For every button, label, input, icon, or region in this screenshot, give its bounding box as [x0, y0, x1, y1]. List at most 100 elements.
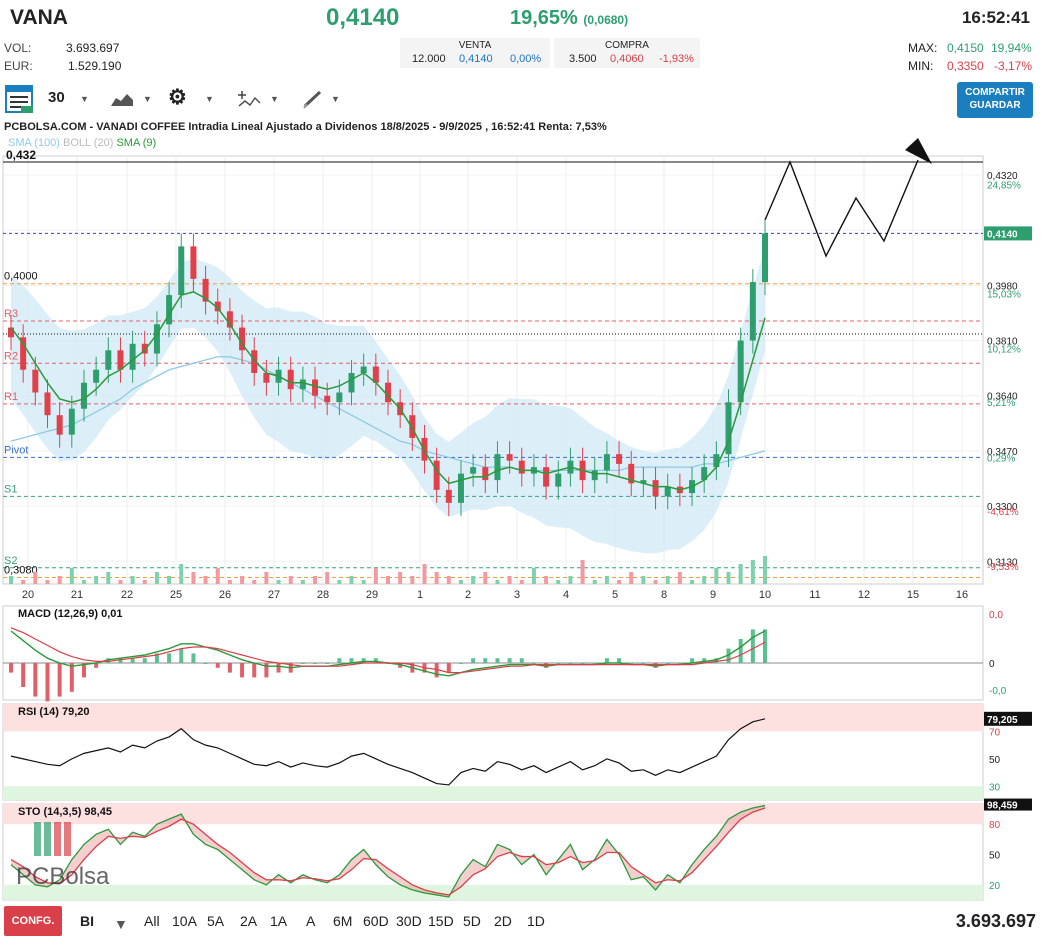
- logo-bar: [54, 822, 61, 856]
- volume-bar: [422, 564, 427, 584]
- volume-bar: [604, 576, 609, 584]
- macd-hist-bar: [142, 658, 147, 663]
- period-a[interactable]: A: [306, 913, 315, 929]
- bi-chevron-down-icon[interactable]: ▼: [114, 916, 128, 932]
- volume-bar: [142, 580, 147, 584]
- x-tick-label: 25: [170, 589, 182, 601]
- volume-bar: [629, 572, 634, 584]
- volume-bar: [276, 580, 281, 584]
- macd-hist-bar: [446, 663, 451, 673]
- candle-body: [129, 343, 136, 370]
- volume-bar: [94, 576, 99, 584]
- period-15d[interactable]: 15D: [428, 913, 454, 929]
- candle-body: [324, 395, 331, 403]
- volume-bar: [179, 564, 184, 584]
- candle-body: [445, 489, 452, 503]
- volume-bar: [386, 576, 390, 584]
- volume-bar: [191, 572, 196, 584]
- candle-body: [178, 246, 185, 296]
- volume-bar: [154, 572, 159, 584]
- level-label: S1: [4, 483, 17, 495]
- chart-canvas[interactable]: 20 21 22 25 26 27 28 29 1 2 3 4 5 8 9 10 11 12 15 160,43200…: [0, 0, 1048, 903]
- period-2d[interactable]: 2D: [494, 913, 512, 929]
- period-2a[interactable]: 2A: [240, 913, 257, 929]
- macd-hist-bar: [665, 663, 670, 664]
- period-30d[interactable]: 30D: [396, 913, 422, 929]
- period-1a[interactable]: 1A: [270, 913, 287, 929]
- level-label: 0,4000: [4, 271, 38, 283]
- bi-select[interactable]: BI: [80, 913, 94, 929]
- level-label: R1: [4, 391, 18, 403]
- volume-bar: [653, 580, 658, 584]
- volume-bar: [507, 576, 512, 584]
- candle-body: [506, 454, 513, 461]
- rsi-tick-label: 70: [989, 727, 1001, 738]
- volume-bar: [495, 580, 500, 584]
- volume-bar: [69, 568, 74, 584]
- volume-bar: [434, 572, 439, 584]
- volume-bar: [9, 576, 13, 584]
- candle-body: [44, 392, 51, 416]
- volume-bar: [690, 580, 695, 584]
- macd-hist-bar: [604, 658, 609, 663]
- x-tick-label: 16: [956, 589, 968, 601]
- volume-bar: [580, 560, 585, 584]
- candle-body: [360, 366, 367, 373]
- macd-hist-bar: [33, 663, 38, 697]
- candle-body: [713, 454, 720, 468]
- volume-bar: [203, 576, 208, 584]
- candle-body: [263, 373, 270, 383]
- macd-hist-bar: [617, 658, 622, 663]
- volume-bar: [240, 576, 245, 584]
- volume-bar: [568, 576, 573, 584]
- x-tick-label: 27: [268, 589, 280, 601]
- macd-hist-bar: [203, 663, 208, 664]
- rsi-tick-label: 50: [989, 755, 1001, 766]
- period-all[interactable]: All: [144, 913, 160, 929]
- x-tick-label: 15: [907, 589, 919, 601]
- macd-tick-label: 0: [989, 659, 995, 670]
- volume-bar: [738, 564, 743, 584]
- macd-hist-bar: [531, 663, 536, 664]
- volume-bar: [313, 576, 318, 584]
- volume-bar: [81, 580, 86, 584]
- candle-body: [348, 373, 355, 393]
- sto-value-tag-label: 98,459: [987, 801, 1018, 812]
- candle-body: [190, 246, 197, 279]
- volume-bar: [21, 580, 26, 584]
- macd-hist-bar: [738, 639, 743, 663]
- macd-hist-bar: [9, 663, 13, 673]
- x-tick-label: 26: [219, 589, 231, 601]
- volume-bar: [714, 568, 719, 584]
- volume-bar: [349, 576, 354, 584]
- macd-hist-bar: [21, 663, 26, 687]
- macd-hist-bar: [763, 629, 767, 663]
- macd-hist-bar: [471, 658, 476, 663]
- macd-hist-bar: [276, 663, 281, 673]
- period-5a[interactable]: 5A: [207, 913, 224, 929]
- macd-hist-bar: [167, 653, 172, 663]
- candle-body: [457, 473, 464, 503]
- x-tick-label: 29: [366, 589, 378, 601]
- candle-body: [299, 379, 306, 390]
- period-1d[interactable]: 1D: [527, 913, 545, 929]
- rsi-overbought-zone: [3, 704, 983, 732]
- period-10a[interactable]: 10A: [172, 913, 197, 929]
- volume-bar: [410, 576, 415, 584]
- period-6m[interactable]: 6M: [333, 913, 352, 929]
- volume-bar: [458, 580, 463, 584]
- macd-hist-bar: [458, 663, 463, 664]
- sto-tick-label: 50: [989, 851, 1001, 862]
- candle-body: [482, 467, 489, 481]
- period-5d[interactable]: 5D: [463, 913, 481, 929]
- volume-bar: [471, 576, 476, 584]
- rsi-value-tag-label: 79,205: [987, 715, 1018, 726]
- pcbolsa-logo-icon: PCBolsa: [16, 863, 110, 890]
- macd-tick-label: 0,0: [989, 610, 1003, 621]
- period-60d[interactable]: 60D: [363, 913, 389, 929]
- candle-body: [93, 369, 100, 383]
- level-label: Pivot: [4, 444, 28, 456]
- x-tick-label: 5: [612, 589, 618, 601]
- logo-bar: [34, 822, 41, 856]
- logo-bar: [44, 822, 51, 856]
